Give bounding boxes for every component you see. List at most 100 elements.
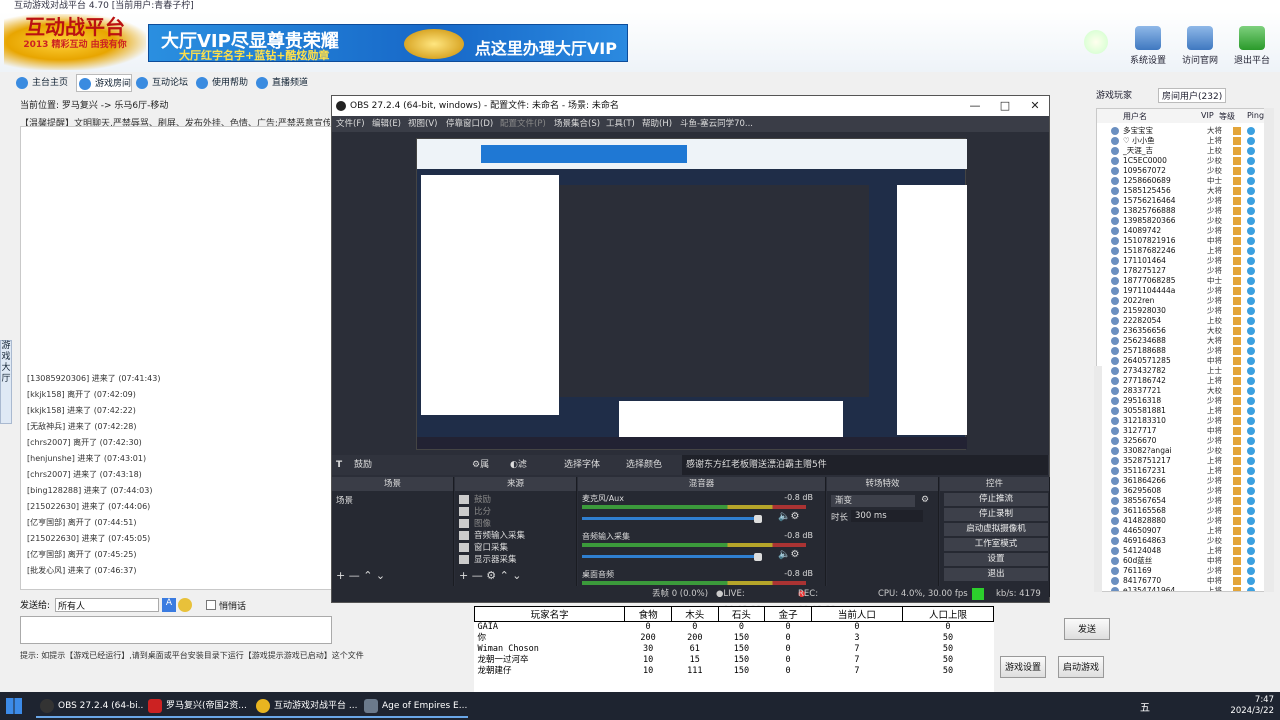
source-item[interactable]: 比分: [459, 505, 491, 517]
stop-streaming-button[interactable]: 停止推流: [944, 493, 1048, 506]
volume-slider[interactable]: [582, 555, 762, 558]
tab-room-users[interactable]: 房间用户(232): [1158, 88, 1227, 103]
table-row: 龙朝建仔 10 111 150 0 7 50: [477, 666, 954, 676]
ping-icon: [1247, 537, 1255, 545]
ime-indicator[interactable]: 五: [1140, 699, 1150, 714]
taskbar-item-obs[interactable]: OBS 27.2.4 (64-bi...: [36, 694, 144, 718]
send-button[interactable]: 发送: [1064, 618, 1110, 640]
filters-button[interactable]: ◐ 滤镜: [510, 455, 527, 490]
chat-line: [215022630] 进来了 (07:44:06): [27, 502, 151, 511]
rank-badge-icon: [1233, 407, 1241, 415]
select-color-button[interactable]: 选择颜色: [626, 455, 662, 475]
ping-icon: [1247, 147, 1255, 155]
chat-log[interactable]: [13085920306] 进来了 (07:41:43) [kkjk158] 离…: [20, 126, 332, 590]
visit-website-button[interactable]: 访问官网: [1176, 26, 1224, 66]
tab-game-players[interactable]: 游戏玩家: [1096, 88, 1132, 101]
user-list-scrollbar[interactable]: [1264, 108, 1274, 592]
column-username[interactable]: 用户名: [1123, 111, 1147, 122]
rank-badge-icon: [1233, 417, 1241, 425]
volume-slider[interactable]: [582, 517, 762, 520]
tab-help[interactable]: 使用帮助: [194, 74, 248, 92]
column-level[interactable]: 等级: [1219, 111, 1235, 122]
ping-icon: [1247, 257, 1255, 265]
tab-forum[interactable]: 互动论坛: [134, 74, 188, 92]
menu-plugin[interactable]: 斗鱼-塞云同学70...: [680, 116, 753, 132]
settings-button[interactable]: 设置: [944, 553, 1048, 566]
menu-file[interactable]: 文件(F): [336, 116, 365, 132]
column-header: 石头: [717, 606, 766, 622]
tab-live[interactable]: 直播频道: [254, 74, 308, 92]
speaker-icon[interactable]: 🔈⚙: [778, 549, 799, 560]
system-settings-button[interactable]: 系统设置: [1124, 26, 1172, 66]
menu-tools[interactable]: 工具(T): [606, 116, 635, 132]
rank-badge-icon: [1233, 557, 1241, 565]
rank-badge-icon: [1233, 217, 1241, 225]
properties-button[interactable]: ⚙ 属性: [472, 455, 489, 490]
speaker-icon[interactable]: 🔈⚙: [778, 511, 799, 522]
rank-badge-icon: [1233, 347, 1241, 355]
maximize-button[interactable]: □: [990, 96, 1020, 116]
send-target-select[interactable]: 所有人: [55, 598, 159, 612]
scene-item[interactable]: 场景: [336, 494, 353, 506]
obs-preview[interactable]: [416, 138, 967, 450]
source-item[interactable]: 窗口采集: [459, 541, 508, 553]
source-item[interactable]: 音频输入采集: [459, 529, 525, 541]
live-icon: [256, 77, 268, 89]
launch-game-button[interactable]: 启动游戏: [1058, 656, 1104, 678]
taskbar-item-platform[interactable]: 互动游戏对战平台 ...: [252, 694, 360, 718]
menu-edit[interactable]: 编辑(E): [372, 116, 401, 132]
rank-badge-icon: [1233, 337, 1241, 345]
mixer-track-name: 音频输入采集: [582, 532, 630, 541]
rank-badge-icon: [1233, 487, 1241, 495]
exit-button[interactable]: 退出: [944, 568, 1048, 581]
menu-view[interactable]: 视图(V): [408, 116, 437, 132]
windows-start-icon[interactable]: [6, 698, 22, 714]
mixer-track-db: -0.8 dB: [784, 531, 813, 540]
transition-gear-icon[interactable]: ⚙: [921, 495, 929, 505]
tab-game-room[interactable]: 游戏房间: [76, 74, 133, 92]
rank-badge-icon: [1233, 467, 1241, 475]
minimize-button[interactable]: —: [960, 96, 990, 116]
source-item[interactable]: 显示器采集: [459, 553, 517, 565]
menu-docks[interactable]: 停靠窗口(D): [446, 116, 493, 132]
select-font-button[interactable]: 选择字体: [564, 455, 600, 475]
taskbar-item-aoe[interactable]: Age of Empires E...: [360, 694, 468, 718]
font-icon[interactable]: A: [162, 598, 176, 612]
virtual-camera-button[interactable]: 启动虚拟摄像机: [944, 523, 1048, 536]
source-item[interactable]: 鼓励: [459, 493, 491, 505]
volume-slider-handle[interactable]: [754, 515, 762, 523]
column-ping[interactable]: Ping: [1247, 111, 1264, 120]
mixer-track-name: 桌面音频: [582, 570, 614, 579]
duration-input[interactable]: 300 ms: [851, 510, 923, 522]
clock[interactable]: 7:47 2024/3/22: [1230, 695, 1274, 717]
emoji-icon[interactable]: [178, 598, 192, 612]
source-item[interactable]: 图像: [459, 517, 491, 529]
chat-scrollbar[interactable]: [1094, 366, 1102, 592]
logo-slogan: 2013 精彩互动 由我有你: [23, 40, 127, 50]
close-button[interactable]: ✕: [1020, 96, 1050, 116]
rank-badge-icon: [1233, 587, 1241, 591]
list-item[interactable]: e1354741964 上将: [1097, 585, 1271, 591]
menu-scene-collection[interactable]: 场景集合(S): [554, 116, 600, 132]
menu-help[interactable]: 帮助(H): [642, 116, 672, 132]
menu-profile[interactable]: 配置文件(P): [500, 116, 546, 132]
source-toolbar[interactable]: + — ⚙ ⌃ ⌄: [459, 569, 522, 582]
scene-toolbar[interactable]: + — ⌃ ⌄: [336, 569, 385, 582]
stop-recording-button[interactable]: 停止录制: [944, 508, 1048, 521]
column-vip[interactable]: VIP: [1201, 111, 1214, 120]
volume-slider-handle[interactable]: [754, 553, 762, 561]
text-source-field[interactable]: 感谢东方红老板赠送漂泊霸主赠5件: [682, 455, 1048, 475]
game-settings-button[interactable]: 游戏设置: [1000, 656, 1046, 678]
taskbar-item-rome[interactable]: 罗马复兴(帝国2资...: [144, 694, 252, 718]
text-source-icon: T: [336, 460, 343, 470]
hint-text: 提示: 如提示【游戏已经运行】,请到桌面或平台安装目录下运行【游戏提示游戏已启动…: [20, 651, 364, 660]
tab-home[interactable]: 主台主页: [14, 74, 68, 92]
transition-select[interactable]: 渐变: [831, 495, 915, 507]
chat-input[interactable]: [20, 616, 332, 644]
vip-ad-banner[interactable]: 大厅VIP尽显尊贵荣耀 大厅红字名字+蓝钻+酷炫勋章 点这里办理大厅VIP: [148, 24, 628, 62]
ping-icon: [1247, 387, 1255, 395]
private-checkbox[interactable]: [206, 600, 216, 610]
exit-platform-button[interactable]: 退出平台: [1228, 26, 1276, 66]
game-lobby-side-tab[interactable]: 游戏大厅: [0, 340, 12, 424]
studio-mode-button[interactable]: 工作室模式: [944, 538, 1048, 551]
